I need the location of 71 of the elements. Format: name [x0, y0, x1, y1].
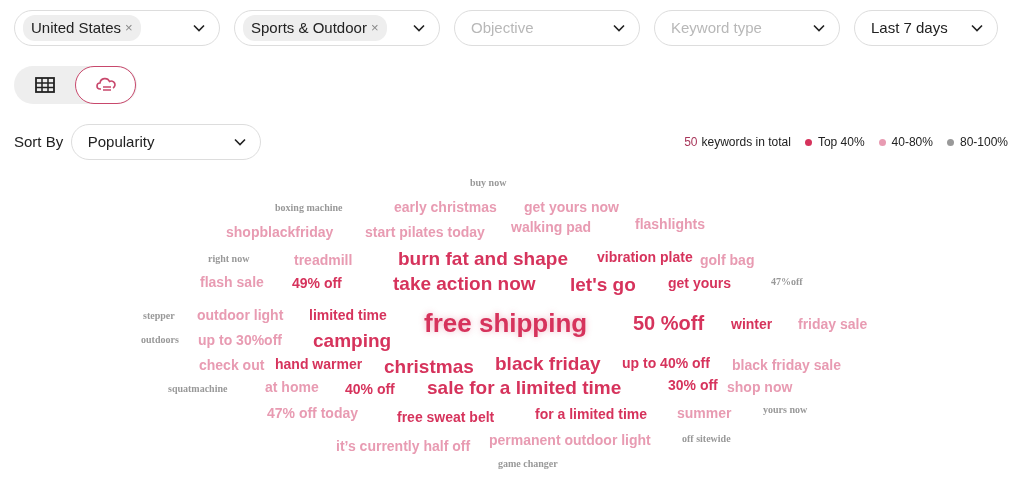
keyword: sale for a limited time — [427, 377, 622, 397]
keyword: up to 30%off — [198, 333, 282, 347]
keyword: hand warmer — [275, 357, 363, 371]
keyword: walking pad — [511, 220, 592, 234]
chevron-down-icon — [413, 24, 425, 32]
keyword: summer — [677, 406, 732, 420]
chevron-down-icon — [813, 24, 825, 32]
keyword: golf bag — [700, 253, 755, 267]
sort-dropdown[interactable]: Popularity — [70, 124, 261, 160]
keyword: 47%off — [771, 277, 803, 287]
keyword: for a limited time — [535, 407, 648, 421]
keyword: burn fat and shape — [398, 248, 568, 268]
keyword: free sweat belt — [397, 410, 495, 424]
filter-dropdown[interactable]: Sports & Outdoor × — [234, 10, 440, 46]
keyword: 49% off — [292, 276, 342, 290]
keyword: let's go — [570, 274, 636, 294]
sort-label: Sort By — [14, 131, 64, 152]
legend-label: 40-80% — [891, 134, 933, 151]
keyword: limited time — [309, 308, 387, 322]
keyword: free shipping — [424, 310, 588, 336]
keyword: game changer — [498, 459, 558, 469]
keyword: 30% off — [668, 378, 718, 392]
chevron-down-icon — [193, 24, 205, 32]
keyword: outdoors — [141, 335, 179, 345]
keyword: check out — [199, 358, 265, 372]
keyword: buy now — [470, 178, 507, 188]
keyword: at home — [265, 380, 319, 394]
keyword: shop now — [727, 380, 793, 394]
keyword: flash sale — [200, 275, 264, 289]
legend-label: Top 40% — [817, 134, 865, 151]
chevron-down-icon — [233, 138, 246, 146]
keyword: outdoor light — [197, 308, 284, 322]
legend-label: 80-100% — [959, 134, 1008, 151]
keyword: flashlights — [635, 217, 705, 231]
keyword: up to 40% off — [622, 356, 710, 370]
keyword: 47% off today — [267, 406, 358, 420]
keyword: 50 %off — [633, 313, 705, 333]
filter-dropdown[interactable]: Last 7 days — [854, 10, 998, 46]
view-toggle-button[interactable] — [75, 66, 136, 104]
chip-label: United States — [31, 17, 122, 38]
keyword: black friday sale — [732, 358, 841, 372]
chevron-down-icon — [971, 24, 983, 32]
keyword: winter — [731, 317, 773, 331]
keyword: 40% off — [345, 382, 395, 396]
table-icon — [34, 77, 55, 93]
keyword: start pilates today — [365, 225, 485, 239]
keyword: permanent outdoor light — [489, 433, 651, 447]
cloud-icon — [95, 77, 116, 93]
keyword: boxing machine — [275, 203, 343, 213]
keyword: off sitewide — [682, 434, 731, 444]
chip-label: Sports & Outdoor — [251, 17, 367, 38]
keyword: take action now — [393, 273, 536, 293]
keyword: christmas — [384, 356, 474, 376]
keyword: squatmachine — [168, 384, 228, 394]
keyword: it’s currently half off — [336, 439, 471, 453]
filter-dropdown[interactable]: United States × — [14, 10, 220, 46]
keyword: friday sale — [798, 317, 868, 331]
count-label: keywords in total — [701, 134, 791, 151]
keyword: get yours now — [524, 200, 619, 214]
chevron-down-icon — [613, 24, 625, 32]
keyword: yours now — [763, 405, 808, 415]
keyword: early christmas — [394, 200, 497, 214]
keyword: get yours — [668, 276, 731, 290]
keyword: camping — [313, 330, 392, 350]
keyword: treadmill — [294, 253, 353, 267]
keyword: shopblackfriday — [226, 225, 334, 239]
keyword: vibration plate — [597, 250, 693, 264]
keyword: stepper — [143, 311, 175, 321]
keyword: right now — [208, 254, 250, 264]
keyword: black friday — [495, 353, 601, 373]
keyword-count: 50 — [684, 134, 698, 151]
